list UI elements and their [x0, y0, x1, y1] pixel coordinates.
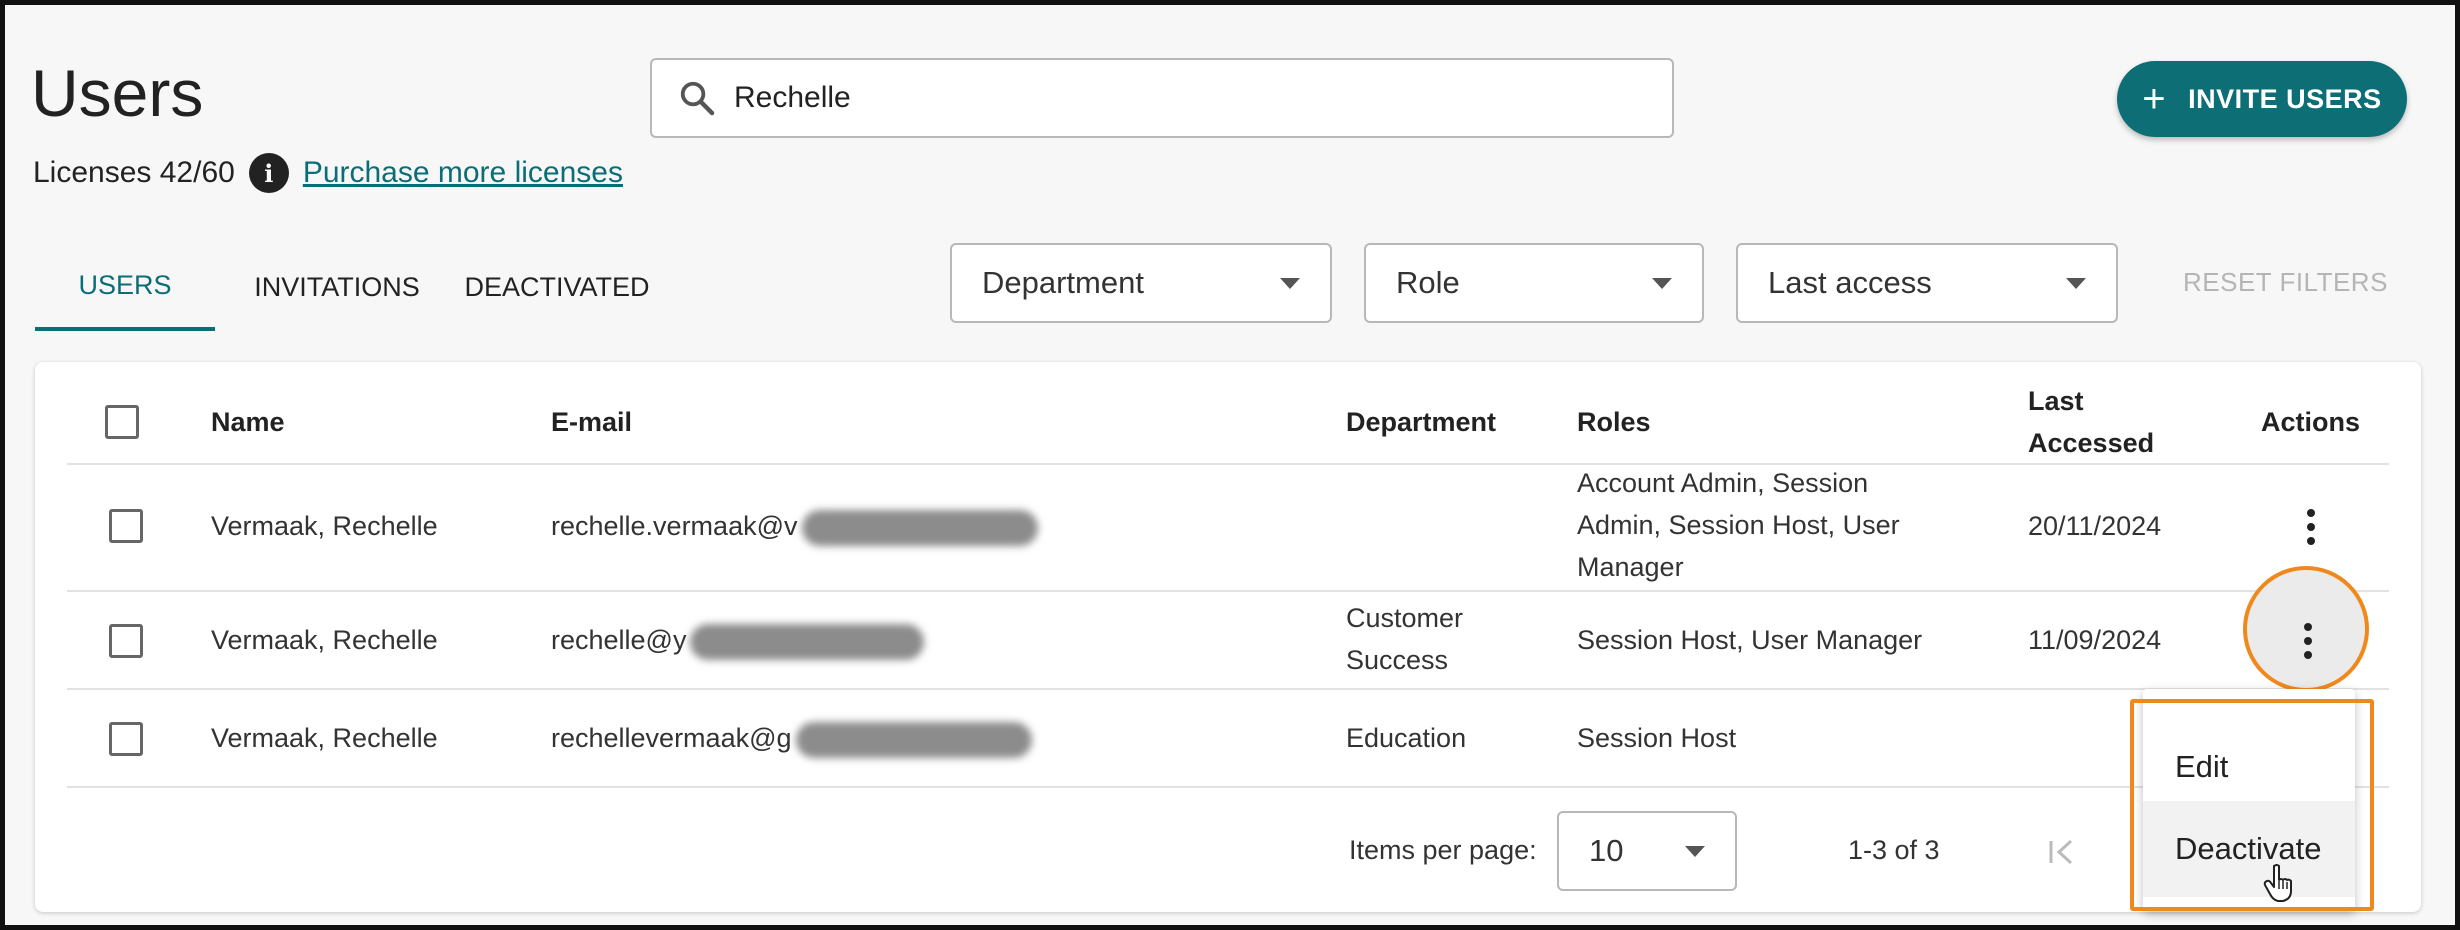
row-name: Vermaak, Rechelle: [211, 625, 438, 655]
row-roles-line: Manager: [1577, 552, 1684, 582]
plus-icon: +: [2142, 77, 2167, 121]
row-email: rechelle.vermaak@v: [551, 505, 1038, 547]
tab-bar: USERS INVITATIONS DEACTIVATED: [35, 243, 655, 333]
chevron-down-icon: [1685, 845, 1705, 857]
items-per-page-value: 10: [1589, 833, 1624, 868]
row-department-line: Success: [1346, 645, 1449, 675]
select-all-checkbox[interactable]: [105, 405, 139, 439]
row-last-accessed: 20/11/2024: [2028, 511, 2162, 541]
more-vertical-icon[interactable]: [2301, 623, 2315, 659]
column-header-last-accessed-line2[interactable]: Accessed: [2028, 422, 2154, 464]
row-checkbox[interactable]: [109, 624, 143, 658]
row-email: rechellevermaak@g: [551, 717, 1032, 759]
tab-deactivated[interactable]: DEACTIVATED: [459, 243, 655, 331]
first-page-icon[interactable]: [2045, 835, 2081, 869]
info-icon[interactable]: i: [248, 153, 289, 193]
row-last-accessed: 11/09/2024: [2028, 625, 2162, 655]
search-icon: [680, 81, 715, 116]
divider: [67, 463, 2389, 465]
row-email-text: rechellevermaak@g: [551, 723, 792, 753]
invite-users-button[interactable]: + INVITE USERS: [2117, 61, 2407, 137]
column-header-name[interactable]: Name: [211, 401, 285, 443]
row-checkbox[interactable]: [109, 722, 143, 756]
column-header-email[interactable]: E-mail: [551, 401, 632, 443]
chevron-down-icon: [1652, 277, 1672, 289]
chevron-down-icon: [2066, 277, 2086, 289]
row-roles-line: Session Host: [1577, 723, 1737, 753]
redacted-email-mask: [690, 623, 925, 660]
redacted-email-mask: [801, 509, 1038, 546]
reset-filters-button[interactable]: RESET FILTERS: [2183, 267, 2388, 298]
items-per-page-select[interactable]: 10: [1557, 811, 1737, 891]
role-filter-label: Role: [1396, 265, 1460, 300]
more-vertical-icon[interactable]: [2304, 509, 2318, 545]
column-header-department[interactable]: Department: [1346, 401, 1496, 443]
row-department-line: Customer: [1346, 603, 1464, 633]
purchase-licenses-link[interactable]: Purchase more licenses: [303, 156, 623, 190]
row-roles-line: Session Host, User Manager: [1577, 625, 1923, 655]
search-box[interactable]: [650, 58, 1674, 138]
pagination-range: 1-3 of 3: [1848, 835, 1940, 865]
row-email-text: rechelle.vermaak@v: [551, 511, 798, 541]
search-input[interactable]: [734, 81, 1634, 115]
items-per-page-label: Items per page:: [1349, 835, 1537, 865]
page-title: Users: [31, 56, 204, 130]
redacted-email-mask: [795, 721, 1032, 758]
chevron-down-icon: [1280, 277, 1300, 289]
row-name: Vermaak, Rechelle: [211, 511, 438, 541]
department-filter-label: Department: [982, 265, 1144, 300]
divider: [67, 590, 2389, 592]
row-actions-menu: Edit Deactivate: [2143, 689, 2355, 911]
row-roles-line: Admin, Session Host, User: [1577, 510, 1900, 540]
last-access-filter-label: Last access: [1768, 265, 1932, 300]
users-table: Name E-mail Department Roles Last Access…: [35, 362, 2421, 912]
app-window: Users Licenses 42/60 i Purchase more lic…: [0, 0, 2460, 930]
row-roles-line: Account Admin, Session: [1577, 468, 1869, 498]
licenses-count: Licenses 42/60: [33, 156, 235, 189]
divider: [67, 786, 2389, 788]
role-filter[interactable]: Role: [1364, 243, 1704, 323]
department-filter[interactable]: Department: [950, 243, 1332, 323]
column-header-last-accessed-line1[interactable]: Last: [2028, 380, 2084, 422]
row-email-text: rechelle@y: [551, 625, 687, 655]
last-access-filter[interactable]: Last access: [1736, 243, 2118, 323]
row-department-line: Education: [1346, 723, 1467, 753]
invite-users-label: INVITE USERS: [2188, 83, 2382, 114]
row-checkbox[interactable]: [109, 509, 143, 543]
tab-users[interactable]: USERS: [35, 243, 215, 331]
licenses-row: Licenses 42/60 i Purchase more licenses: [33, 153, 623, 193]
menu-item-deactivate[interactable]: Deactivate: [2143, 801, 2355, 897]
row-name: Vermaak, Rechelle: [211, 723, 438, 753]
column-header-actions: Actions: [2261, 407, 2361, 437]
hand-cursor-icon: [2263, 864, 2292, 902]
row-email: rechelle@y: [551, 619, 925, 661]
divider: [67, 688, 2389, 690]
tab-invitations[interactable]: INVITATIONS: [245, 243, 429, 331]
column-header-roles[interactable]: Roles: [1577, 401, 1651, 443]
